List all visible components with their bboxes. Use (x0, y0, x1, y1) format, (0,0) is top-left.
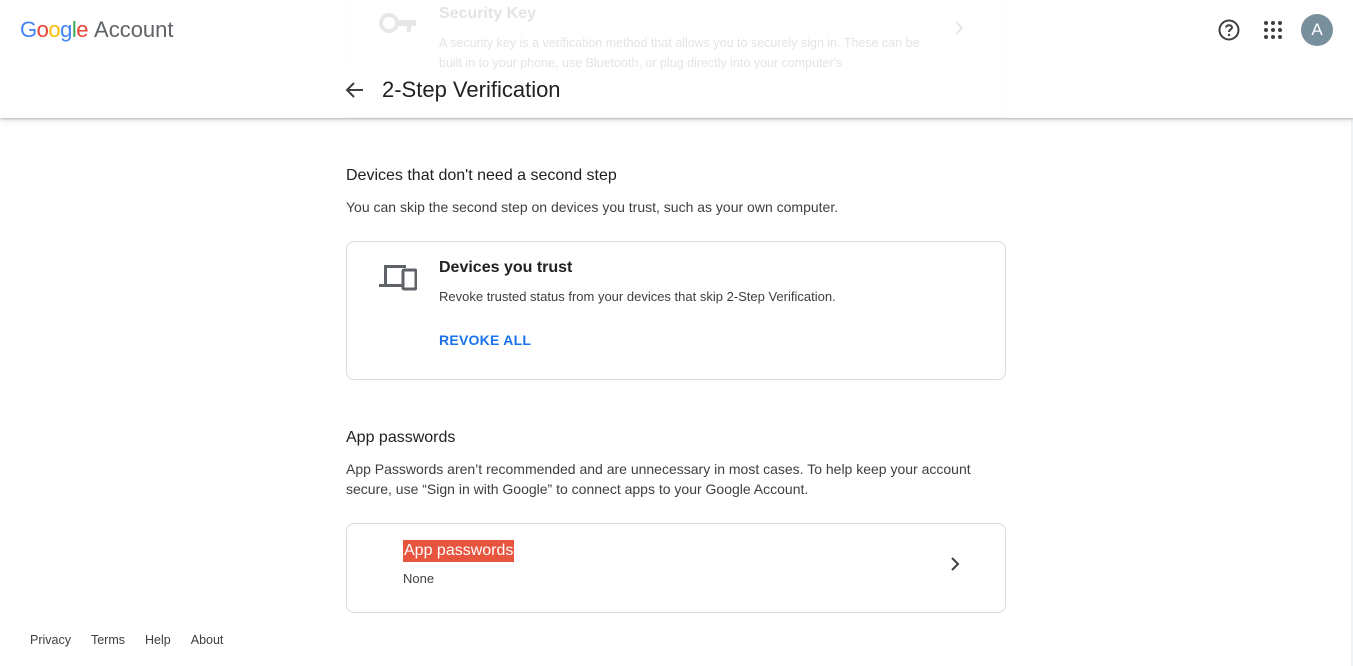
back-button[interactable] (340, 75, 370, 105)
page-title-bar: 2-Step Verification (340, 70, 571, 110)
chevron-right-icon (951, 557, 960, 571)
footer-links: Privacy Terms Help About (30, 633, 243, 647)
footer-link-help[interactable]: Help (145, 633, 171, 647)
google-letter: o (48, 17, 61, 42)
account-label: Account (94, 17, 174, 42)
google-letter: e (76, 17, 89, 42)
devices-card-title: Devices you trust (439, 259, 573, 276)
google-letter: o (36, 17, 49, 42)
google-letter: G (20, 17, 37, 42)
header-actions: A (1201, 14, 1333, 46)
footer-link-terms[interactable]: Terms (91, 633, 125, 647)
footer-link-about[interactable]: About (191, 633, 224, 647)
key-icon (379, 13, 416, 33)
scrolled-card-title: Security Key (439, 5, 536, 22)
devices-section-heading: Devices that don't need a second step (346, 167, 617, 184)
apps-grid-icon (1264, 21, 1282, 39)
devices-section-description: You can skip the second step on devices … (346, 199, 839, 215)
revoke-all-button[interactable]: REVOKE ALL (439, 332, 531, 348)
devices-card-description: Revoke trusted status from your devices … (439, 289, 836, 304)
chevron-right-icon (955, 21, 964, 35)
app-passwords-section-description: App Passwords aren’t recommended and are… (346, 461, 971, 497)
app-passwords-card[interactable]: App passwords None (346, 523, 1006, 613)
page-title: 2-Step Verification (382, 77, 561, 102)
avatar[interactable]: A (1301, 14, 1333, 46)
help-button[interactable] (1213, 14, 1245, 46)
apps-button[interactable] (1257, 14, 1289, 46)
app-passwords-card-title: App passwords (403, 540, 515, 562)
google-account-logo[interactable]: Google Account (20, 17, 174, 45)
google-wordmark: Google (20, 17, 89, 43)
devices-you-trust-card: Devices you trust Revoke trusted status … (346, 241, 1006, 380)
app-passwords-section-heading: App passwords (346, 429, 456, 446)
app-passwords-count: None (403, 571, 435, 586)
scrolled-card-description: A security key is a verification method … (439, 36, 920, 70)
google-letter: g (60, 17, 72, 42)
devices-icon (379, 265, 417, 291)
top-header: Google Account Security Key A security k… (0, 0, 1353, 118)
footer-link-privacy[interactable]: Privacy (30, 633, 71, 647)
arrow-back-icon (345, 82, 363, 98)
help-icon (1218, 19, 1240, 41)
